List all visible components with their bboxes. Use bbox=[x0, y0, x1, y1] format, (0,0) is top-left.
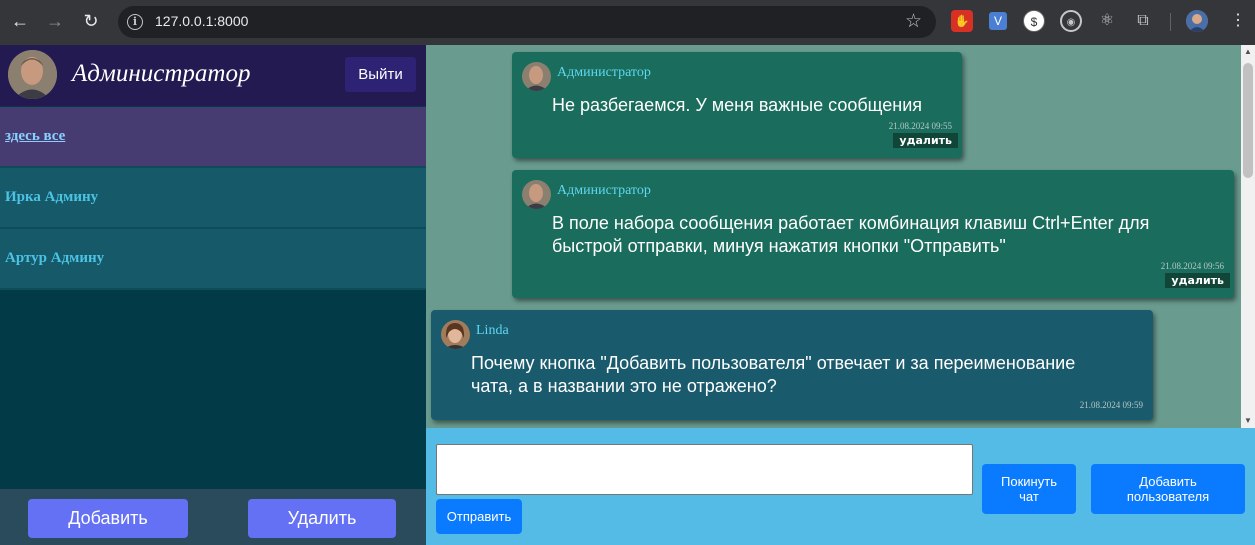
forward-arrow-icon[interactable]: → bbox=[43, 9, 67, 33]
message-avatar bbox=[441, 320, 470, 349]
user-name: Администратор bbox=[72, 60, 251, 87]
browser-toolbar: ← → ↻ i 127.0.0.1:8000 ☆ ✋ V $ ◉ ⚛ ⧉ ⋮ bbox=[0, 0, 1255, 45]
chat-item-artur[interactable]: Артур Админу bbox=[0, 229, 426, 290]
add-chat-button[interactable]: Добавить bbox=[28, 499, 188, 538]
delete-message-button[interactable]: удалить bbox=[1165, 273, 1230, 288]
message-text: В поле набора сообщения работает комбина… bbox=[552, 212, 1149, 258]
message-item: Администратор В поле набора сообщения ра… bbox=[512, 170, 1234, 298]
message-text: Не разбегаемся. У меня важные сообщения bbox=[552, 94, 922, 117]
message-text: Почему кнопка "Добавить пользователя" от… bbox=[471, 352, 1075, 398]
leave-chat-button[interactable]: Покинуть чат bbox=[982, 464, 1076, 514]
bookmark-star-icon[interactable]: ☆ bbox=[905, 10, 922, 33]
add-user-button[interactable]: Добавить пользователя bbox=[1091, 464, 1245, 514]
message-feed: Администратор Не разбегаемся. У меня важ… bbox=[426, 45, 1255, 428]
message-time: 21.08.2024 09:59 bbox=[1079, 400, 1143, 410]
composer: Отправить Покинуть чат Добавить пользова… bbox=[426, 428, 1255, 545]
message-input[interactable] bbox=[436, 444, 973, 495]
reload-icon[interactable]: ↻ bbox=[79, 9, 103, 33]
delete-chat-button[interactable]: Удалить bbox=[248, 499, 396, 538]
toolbar-divider bbox=[1170, 13, 1171, 31]
chat-list: здесь все Ирка Админу Артур Админу bbox=[0, 107, 426, 290]
extension-react-icon[interactable]: ⚛ bbox=[1096, 10, 1118, 32]
sidebar-footer: Добавить Удалить bbox=[0, 489, 426, 545]
scroll-up-icon[interactable]: ▲ bbox=[1241, 45, 1255, 59]
message-time: 21.08.2024 09:55 bbox=[888, 121, 952, 131]
logout-button[interactable]: Выйти bbox=[345, 57, 416, 92]
extensions-puzzle-icon[interactable]: ⧉ bbox=[1132, 10, 1154, 32]
add-user-label-line: пользователя bbox=[1126, 489, 1210, 504]
message-text-line: чата, а в названии это не отражено? bbox=[471, 376, 777, 396]
message-item: Администратор Не разбегаемся. У меня важ… bbox=[512, 52, 962, 158]
message-text-line: Не разбегаемся. У меня важные сообщения bbox=[552, 95, 923, 115]
delete-message-button[interactable]: удалить bbox=[893, 133, 958, 148]
sidebar-header: Администратор Выйти bbox=[0, 45, 426, 106]
message-text-line: В поле набора сообщения работает комбина… bbox=[552, 213, 1150, 233]
chat-item-irka[interactable]: Ирка Админу bbox=[0, 168, 426, 229]
site-info-icon[interactable]: i bbox=[127, 14, 143, 30]
profile-avatar[interactable] bbox=[1186, 10, 1208, 32]
message-author: Администратор bbox=[557, 65, 651, 80]
scroll-down-icon[interactable]: ▼ bbox=[1241, 414, 1255, 428]
extension-dollar-icon[interactable]: $ bbox=[1023, 10, 1045, 32]
add-user-label-line: Добавить bbox=[1139, 474, 1197, 489]
leave-chat-label-line: Покинуть bbox=[1001, 474, 1057, 489]
message-text-line: Почему кнопка "Добавить пользователя" от… bbox=[471, 353, 1076, 373]
message-author: Linda bbox=[476, 323, 509, 338]
scroll-thumb[interactable] bbox=[1243, 63, 1253, 178]
message-scrollbar[interactable]: ▲ ▼ bbox=[1241, 45, 1255, 428]
browser-menu-icon[interactable]: ⋮ bbox=[1226, 9, 1250, 33]
avatar bbox=[8, 50, 57, 99]
extension-v-icon[interactable]: V bbox=[989, 12, 1007, 30]
chat-item-all[interactable]: здесь все bbox=[0, 107, 426, 168]
message-avatar bbox=[522, 180, 551, 209]
extension-red-hand-icon[interactable]: ✋ bbox=[951, 10, 973, 32]
message-author: Администратор bbox=[557, 183, 651, 198]
back-arrow-icon[interactable]: ← bbox=[8, 9, 32, 33]
message-item: Linda Почему кнопка "Добавить пользовате… bbox=[431, 310, 1153, 420]
url-text[interactable]: 127.0.0.1:8000 bbox=[155, 13, 248, 29]
send-button[interactable]: Отправить bbox=[436, 499, 522, 534]
address-bar[interactable]: i 127.0.0.1:8000 ☆ bbox=[118, 6, 936, 38]
sidebar: Администратор Выйти здесь все Ирка Админ… bbox=[0, 45, 426, 545]
leave-chat-label-line: чат bbox=[1019, 489, 1039, 504]
message-avatar bbox=[522, 62, 551, 91]
message-time: 21.08.2024 09:56 bbox=[1160, 261, 1224, 271]
extension-target-icon[interactable]: ◉ bbox=[1060, 10, 1082, 32]
message-text-line: быстрой отправки, минуя нажатия кнопки "… bbox=[552, 236, 1006, 256]
chat-app: Администратор Выйти здесь все Ирка Админ… bbox=[0, 45, 1255, 545]
